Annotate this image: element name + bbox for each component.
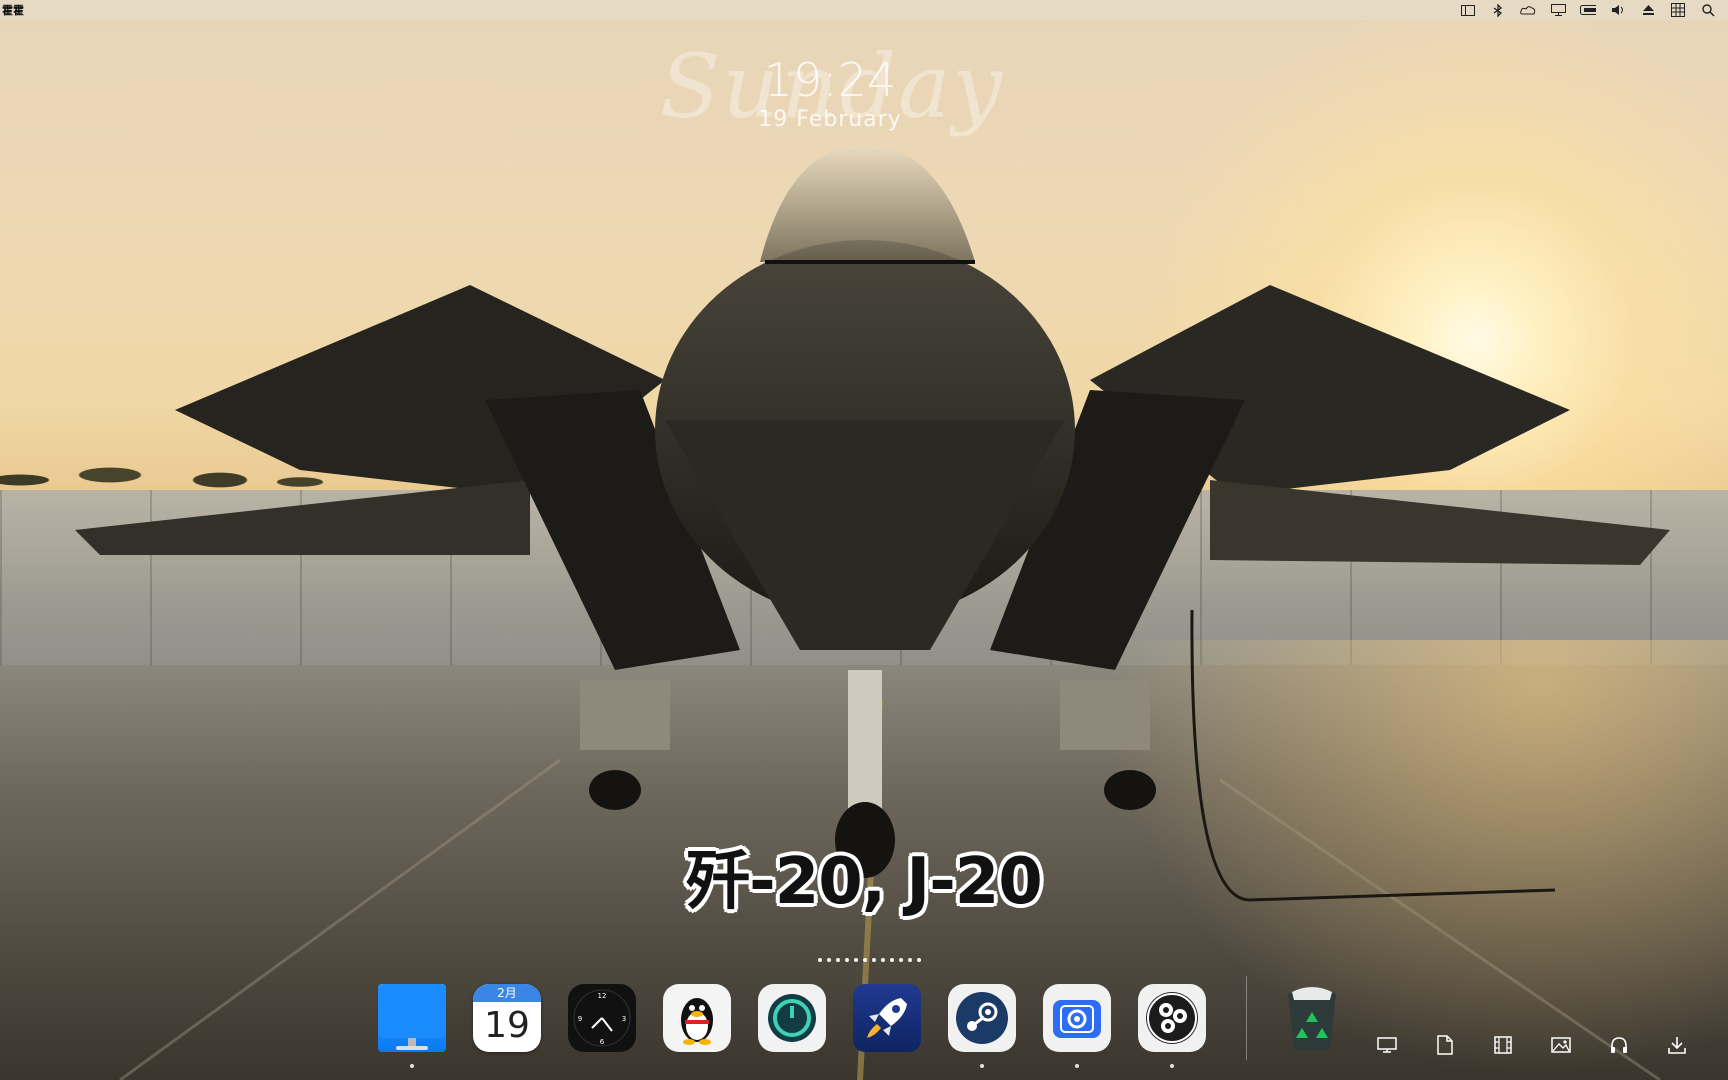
dock-ring-app[interactable]	[758, 984, 826, 1052]
trash-icon	[1288, 987, 1336, 1050]
menu-bar: 霍霍	[0, 0, 1728, 20]
running-indicator	[980, 1064, 984, 1068]
document-icon[interactable]	[1434, 1034, 1456, 1056]
clock-icon: 12 3 6 9	[573, 989, 631, 1047]
power-ring-icon	[768, 994, 816, 1042]
keyboard-icon[interactable]	[1580, 3, 1596, 17]
volume-icon[interactable]	[1610, 3, 1626, 17]
display-icon[interactable]	[1550, 3, 1566, 17]
dock-clock[interactable]: 12 3 6 9	[568, 984, 636, 1052]
dock-screenshot[interactable]	[1043, 984, 1111, 1068]
running-indicator	[1075, 1064, 1079, 1068]
dock-finder[interactable]	[378, 984, 446, 1068]
headphones-icon[interactable]	[1608, 1034, 1630, 1056]
camera-icon	[1053, 1000, 1101, 1038]
running-indicator	[410, 1064, 414, 1068]
steam-icon	[956, 992, 1008, 1044]
clock-time: 19:24	[763, 53, 897, 107]
dock-page-indicator	[818, 958, 921, 962]
eject-icon[interactable]	[1640, 3, 1656, 17]
dock-qq[interactable]	[663, 984, 731, 1052]
dock-launchpad[interactable]	[853, 984, 921, 1052]
dock-stacks	[1376, 1034, 1688, 1056]
obs-icon	[1146, 992, 1198, 1044]
search-icon[interactable]	[1700, 3, 1716, 17]
clock-widget: Sunday 19:24 19 February	[660, 35, 1002, 155]
dock-divider	[1246, 976, 1247, 1060]
calendar-day: 19	[484, 1005, 530, 1046]
dock-trash[interactable]	[1278, 984, 1346, 1052]
cloud-icon[interactable]	[1520, 3, 1536, 17]
running-indicator	[1170, 1064, 1174, 1068]
calendar-month: 2月	[473, 984, 541, 1002]
rocket-icon	[867, 998, 907, 1038]
status-tray	[1460, 3, 1728, 17]
penguin-icon	[681, 998, 713, 1045]
menu-logo[interactable]: 霍霍	[0, 2, 24, 18]
sidebar-icon[interactable]	[1460, 3, 1476, 17]
dock-steam[interactable]	[948, 984, 1016, 1068]
download-icon[interactable]	[1666, 1034, 1688, 1056]
dock-obs[interactable]	[1138, 984, 1206, 1068]
calendar-grid-icon[interactable]	[1670, 3, 1686, 17]
clock-date: 19 February	[758, 107, 902, 132]
bluetooth-icon[interactable]	[1490, 3, 1506, 17]
image-icon[interactable]	[1550, 1034, 1572, 1056]
video-subtitle: 歼-20, J-20	[686, 845, 1043, 919]
svg-text:3: 3	[622, 1015, 626, 1023]
svg-text:6: 6	[600, 1038, 605, 1046]
desktop-icon[interactable]	[1376, 1034, 1398, 1056]
dock: 2月 19 12 3 6 9	[368, 976, 1368, 1080]
film-icon[interactable]	[1492, 1034, 1514, 1056]
dock-calendar[interactable]: 2月 19	[473, 984, 541, 1052]
svg-text:12: 12	[598, 992, 607, 1000]
svg-text:9: 9	[578, 1015, 582, 1023]
